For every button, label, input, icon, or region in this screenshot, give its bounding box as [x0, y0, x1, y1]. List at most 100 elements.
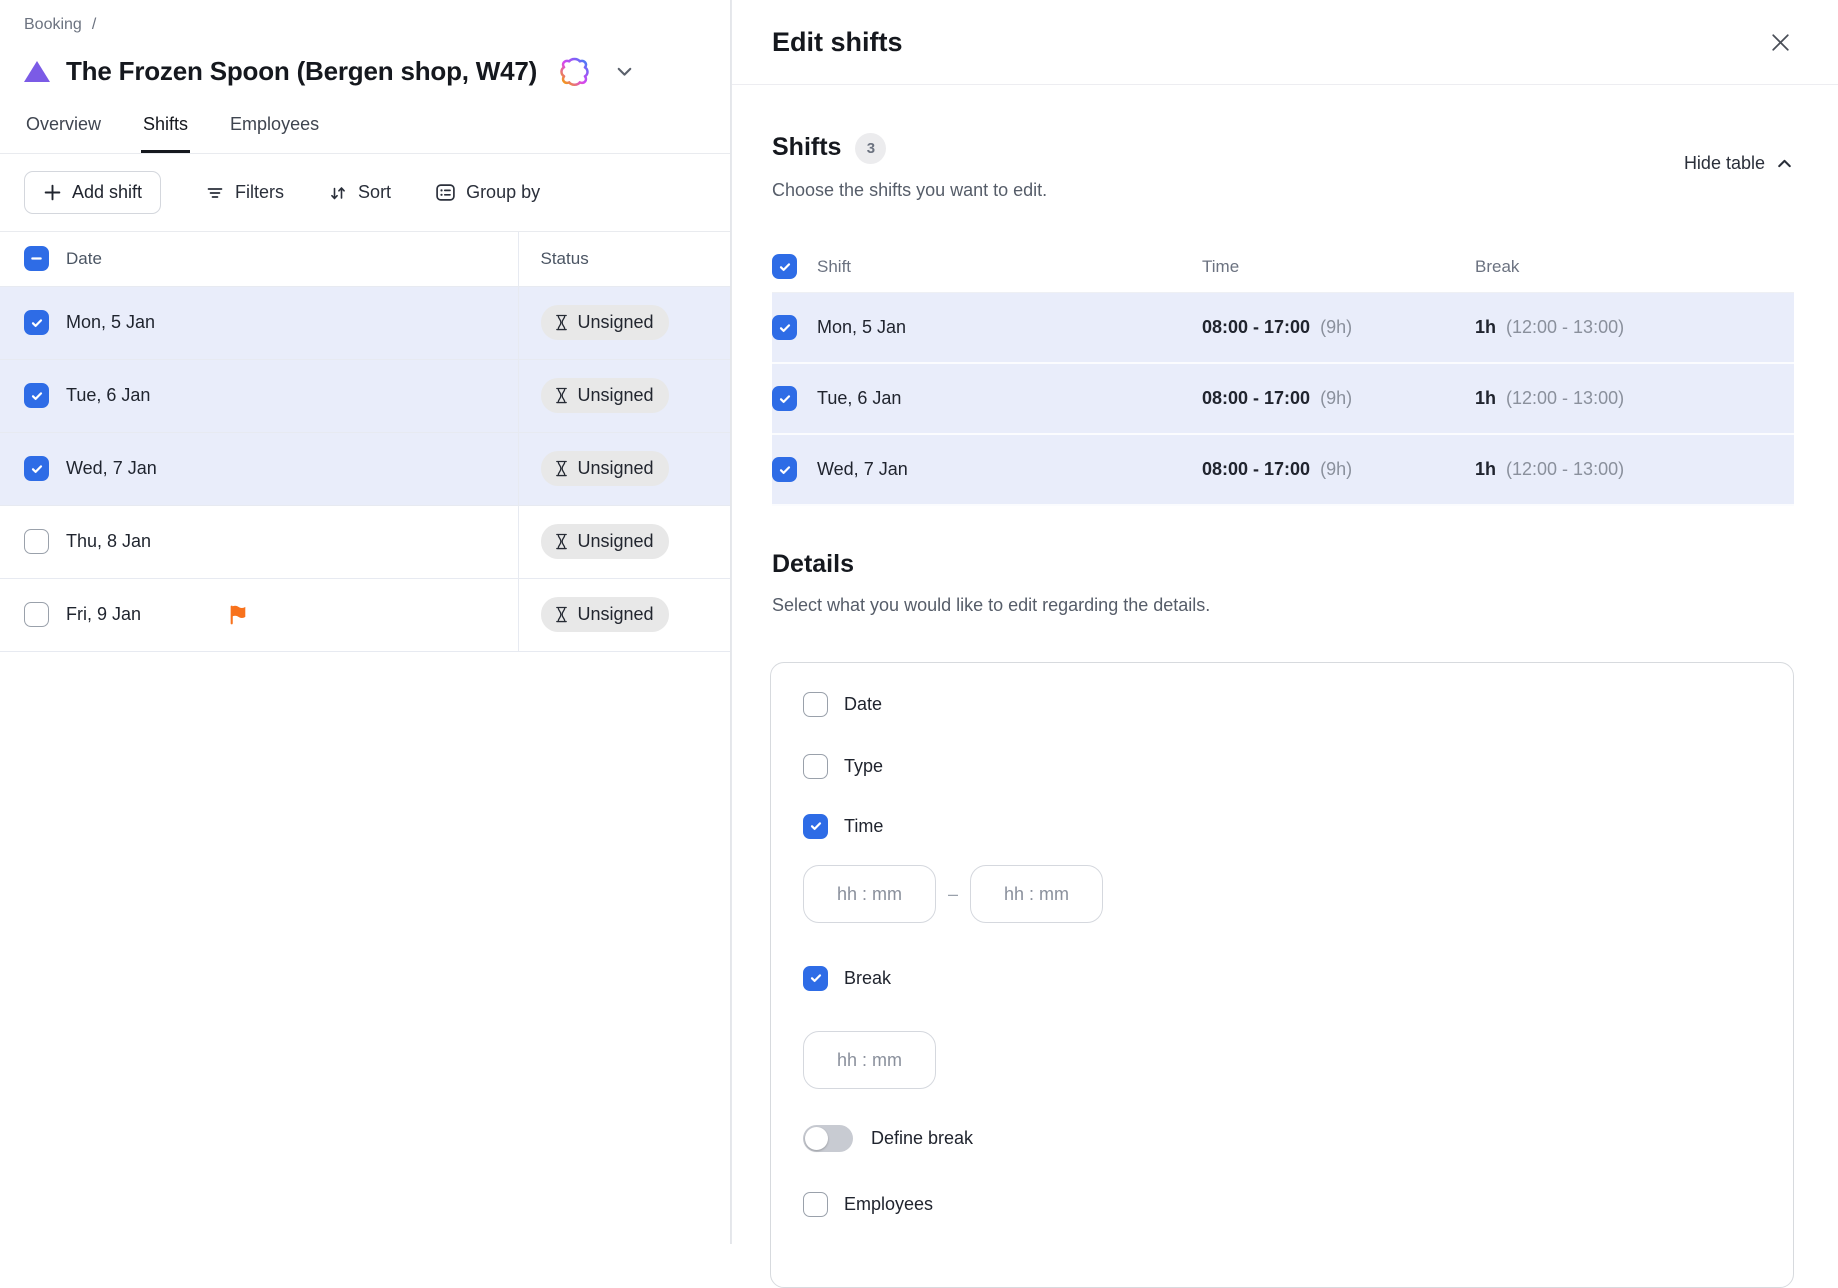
time-start-input[interactable]: [803, 865, 936, 923]
row-duration: (9h): [1320, 388, 1352, 409]
row-date: Fri, 9 Jan: [66, 604, 141, 625]
break-input-row: [803, 1031, 1763, 1089]
option-employees: Employees: [803, 1191, 1763, 1217]
tab-overview[interactable]: Overview: [24, 114, 103, 153]
table-row[interactable]: Thu, 8 Jan Unsigned: [0, 505, 730, 578]
group-by-button[interactable]: Group by: [435, 182, 540, 203]
column-header-status: Status: [541, 249, 589, 268]
details-heading: Details: [772, 550, 1794, 579]
drawer-table-row[interactable]: Mon, 5 Jan 08:00 - 17:00 (9h) 1h (12:00 …: [772, 293, 1794, 364]
breadcrumb: Booking /: [0, 0, 730, 34]
table-row[interactable]: Fri, 9 Jan Unsigned: [0, 578, 730, 651]
breadcrumb-separator: /: [92, 16, 96, 34]
row-duration: (9h): [1320, 459, 1352, 480]
hourglass-icon: [554, 606, 569, 623]
row-checkbox[interactable]: [24, 456, 49, 481]
hide-table-button[interactable]: Hide table: [1684, 153, 1794, 174]
row-time: 08:00 - 17:00: [1202, 459, 1310, 480]
status-badge: Unsigned: [541, 524, 669, 559]
time-end-input[interactable]: [970, 865, 1103, 923]
row-date: Mon, 5 Jan: [66, 312, 155, 333]
details-section-header: Details Select what you would like to ed…: [732, 506, 1838, 616]
group-by-icon: [435, 182, 456, 203]
table-row[interactable]: Tue, 6 Jan Unsigned: [0, 359, 730, 432]
row-date: Tue, 6 Jan: [66, 385, 150, 406]
define-break-toggle[interactable]: [803, 1125, 853, 1152]
drawer-select-all-checkbox[interactable]: [772, 254, 797, 279]
time-checkbox[interactable]: [803, 814, 828, 839]
filters-button[interactable]: Filters: [205, 182, 284, 203]
hourglass-icon: [554, 460, 569, 477]
table-row[interactable]: Wed, 7 Jan Unsigned: [0, 432, 730, 505]
row-checkbox[interactable]: [24, 383, 49, 408]
select-all-checkbox-indeterminate[interactable]: [24, 246, 49, 271]
row-date: Mon, 5 Jan: [817, 317, 1202, 338]
row-break-time: (12:00 - 13:00): [1506, 459, 1624, 480]
row-checkbox[interactable]: [772, 315, 797, 340]
drawer-table-row[interactable]: Wed, 7 Jan 08:00 - 17:00 (9h) 1h (12:00 …: [772, 435, 1794, 506]
table-row[interactable]: Mon, 5 Jan Unsigned: [0, 286, 730, 359]
shifts-page-panel: Booking / The Frozen Spoon (Bergen shop,…: [0, 0, 731, 1244]
shifts-heading: Shifts: [772, 133, 841, 162]
tab-bar: Overview Shifts Employees: [0, 114, 730, 154]
flag-icon: [228, 603, 249, 626]
option-type: Type: [803, 753, 1763, 779]
option-break: Break: [803, 965, 1763, 991]
gradient-squircle-icon: [559, 56, 590, 87]
date-checkbox[interactable]: [803, 692, 828, 717]
status-badge: Unsigned: [541, 305, 669, 340]
status-badge: Unsigned: [541, 378, 669, 413]
chevron-up-icon: [1775, 154, 1794, 173]
row-date: Tue, 6 Jan: [817, 388, 1202, 409]
row-date: Thu, 8 Jan: [66, 531, 151, 552]
row-checkbox[interactable]: [772, 457, 797, 482]
plus-icon: [43, 183, 62, 202]
details-card: Date Type Time – Break: [770, 662, 1794, 1288]
status-badge: Unsigned: [541, 597, 669, 632]
row-checkbox[interactable]: [24, 602, 49, 627]
range-separator: –: [948, 884, 958, 905]
hourglass-icon: [554, 387, 569, 404]
title-chevron-down-icon[interactable]: [614, 61, 635, 82]
sort-icon: [328, 183, 348, 203]
row-break-time: (12:00 - 13:00): [1506, 388, 1624, 409]
break-duration-input[interactable]: [803, 1031, 936, 1089]
row-date: Wed, 7 Jan: [817, 459, 1202, 480]
filter-icon: [205, 183, 225, 203]
row-break: 1h: [1475, 317, 1496, 338]
add-shift-button[interactable]: Add shift: [24, 171, 161, 214]
page-title: The Frozen Spoon (Bergen shop, W47): [66, 56, 537, 87]
breadcrumb-booking-link[interactable]: Booking: [24, 16, 82, 34]
row-time: 08:00 - 17:00: [1202, 388, 1310, 409]
drawer-table-header: Shift Time Break: [772, 241, 1794, 293]
row-break-time: (12:00 - 13:00): [1506, 317, 1624, 338]
row-break: 1h: [1475, 459, 1496, 480]
edit-shifts-drawer: Edit shifts Shifts 3 Choose the shifts y…: [731, 0, 1838, 1244]
drawer-column-break: Break: [1475, 257, 1794, 277]
sort-button[interactable]: Sort: [328, 182, 391, 203]
type-checkbox[interactable]: [803, 754, 828, 779]
hourglass-icon: [554, 314, 569, 331]
row-duration: (9h): [1320, 317, 1352, 338]
tab-shifts[interactable]: Shifts: [141, 114, 190, 153]
toolbar: Add shift Filters Sort Group by: [0, 154, 730, 232]
time-range-inputs: –: [803, 865, 1763, 923]
drawer-column-time: Time: [1202, 257, 1475, 277]
close-icon[interactable]: [1767, 29, 1794, 56]
tab-employees[interactable]: Employees: [228, 114, 321, 153]
drawer-column-shift: Shift: [817, 257, 1202, 277]
page-header: The Frozen Spoon (Bergen shop, W47): [0, 50, 730, 92]
row-time: 08:00 - 17:00: [1202, 317, 1310, 338]
column-header-date: Date: [66, 249, 102, 269]
drawer-table-row[interactable]: Tue, 6 Jan 08:00 - 17:00 (9h) 1h (12:00 …: [772, 364, 1794, 435]
row-checkbox[interactable]: [24, 529, 49, 554]
break-checkbox[interactable]: [803, 966, 828, 991]
row-checkbox[interactable]: [24, 310, 49, 335]
shift-list-table: Date Status Mon, 5 Jan Unsigned: [0, 232, 730, 652]
shifts-subtitle: Choose the shifts you want to edit.: [772, 180, 1047, 201]
drawer-shift-table: Shift Time Break Mon, 5 Jan 08:00 - 17:0…: [772, 241, 1794, 506]
department-triangle-icon: [24, 61, 50, 82]
employees-checkbox[interactable]: [803, 1192, 828, 1217]
drawer-title: Edit shifts: [772, 27, 903, 58]
row-checkbox[interactable]: [772, 386, 797, 411]
